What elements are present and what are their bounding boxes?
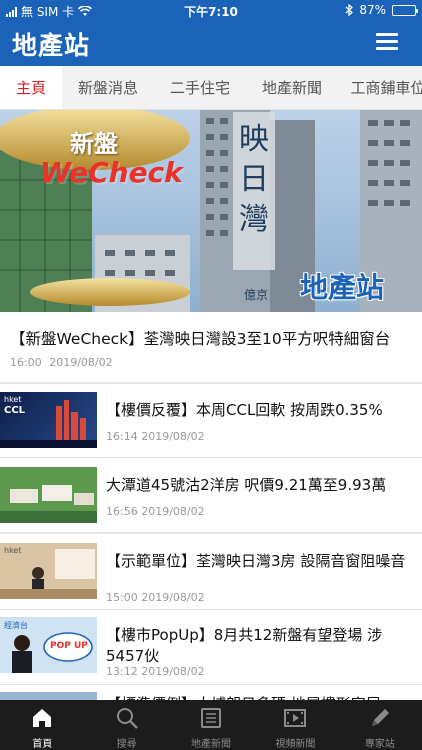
pen-icon bbox=[371, 709, 389, 726]
hero-building-sub: 億京 bbox=[244, 288, 269, 302]
tab-bar-label: 地產新聞 bbox=[191, 739, 232, 750]
tab-bar-label: 專家站 bbox=[364, 739, 395, 750]
newspaper-icon bbox=[201, 708, 222, 728]
app-logo[interactable]: 地產站 bbox=[12, 26, 90, 62]
film-icon bbox=[284, 709, 307, 727]
news-meta: 16:56 2019/08/02 bbox=[106, 505, 205, 518]
news-meta: 16:14 2019/08/02 bbox=[106, 430, 205, 443]
tab-bar-search[interactable]: 搜尋 bbox=[84, 700, 168, 750]
tab-second-hand[interactable]: 二手住宅 bbox=[154, 66, 246, 109]
news-date: 2019/08/02 bbox=[141, 430, 205, 443]
news-meta: 13:12 2019/08/02 bbox=[106, 665, 205, 678]
news-item[interactable]: hket CCL 【樓價反覆】本周CCL回軟 按周跌0.35% 16:14 20… bbox=[0, 392, 422, 454]
news-thumbnail: hket bbox=[0, 543, 97, 599]
bottom-tab-bar: 首頁 搜尋 地產新聞 視頻新聞 專家站 bbox=[0, 700, 422, 750]
divider bbox=[0, 382, 422, 384]
thumb-caption: POP UP bbox=[50, 641, 88, 651]
divider bbox=[0, 609, 422, 610]
hero-building-sign: 映日灣 bbox=[239, 122, 269, 237]
news-date: 2019/08/02 bbox=[141, 665, 205, 678]
tab-bar-video-news[interactable]: 視頻新聞 bbox=[253, 700, 337, 750]
news-thumbnail: 經濟台 POP UP bbox=[0, 617, 97, 673]
battery-icon bbox=[392, 4, 418, 16]
featured-headline[interactable]: 【新盤WeCheck】荃灣映日灣設3至10平方呎特細窗台 bbox=[10, 328, 415, 350]
tab-home[interactable]: 主頁 bbox=[0, 66, 62, 109]
featured-meta: 16:00 2019/08/02 bbox=[10, 356, 113, 369]
news-title: 【樓價反覆】本周CCL回軟 按周跌0.35% bbox=[106, 401, 383, 419]
news-title: 大潭道45號沽2洋房 呎價9.21萬至9.93萬 bbox=[106, 476, 387, 494]
tab-bar-label: 視頻新聞 bbox=[275, 739, 316, 750]
search-icon bbox=[116, 708, 138, 729]
news-thumbnail bbox=[0, 467, 97, 523]
news-meta: 15:00 2019/08/02 bbox=[106, 591, 205, 604]
bluetooth-icon bbox=[345, 4, 354, 16]
news-title: 【樓市PopUp】8月共12新盤有望登場 涉5457伙 bbox=[106, 626, 383, 665]
home-icon bbox=[33, 709, 52, 727]
news-time: 16:56 bbox=[106, 505, 138, 518]
thumb-room bbox=[0, 549, 97, 599]
category-tabs: 主頁 新盤消息 二手住宅 地產新聞 工商鋪車位 bbox=[0, 66, 422, 110]
news-thumbnail: hket CCL bbox=[0, 392, 97, 448]
tab-property-news[interactable]: 地產新聞 bbox=[246, 66, 338, 109]
thumb-skyline bbox=[0, 400, 97, 448]
news-date: 2019/08/02 bbox=[141, 505, 205, 518]
thumb-houses bbox=[0, 467, 97, 523]
hero-image[interactable]: 新盤 WeCheck 映日灣 億京 地產站 bbox=[0, 110, 422, 312]
app-header: 地產站 bbox=[0, 20, 422, 66]
tab-bar-label: 首頁 bbox=[32, 739, 53, 750]
news-item[interactable]: hket 【示範單位】荃灣映日灣3房 設隔音窗阻噪音 15:00 2019/08… bbox=[0, 543, 422, 605]
featured-time: 16:00 bbox=[10, 356, 42, 369]
tab-bar-home[interactable]: 首頁 bbox=[0, 700, 84, 750]
hero-badge-main: WeCheck bbox=[40, 156, 183, 189]
news-time: 13:12 bbox=[106, 665, 138, 678]
divider bbox=[0, 684, 422, 685]
tab-bar-label: 搜尋 bbox=[116, 739, 137, 750]
news-time: 15:00 bbox=[106, 591, 138, 604]
news-item[interactable]: 經濟台 POP UP 【樓市PopUp】8月共12新盤有望登場 涉5457伙 1… bbox=[0, 617, 422, 679]
status-bar: 無 SIM 卡 下午7:10 87% bbox=[0, 0, 422, 20]
status-right: 87% bbox=[345, 3, 418, 17]
divider bbox=[0, 532, 422, 534]
tab-commercial[interactable]: 工商鋪車位 bbox=[338, 66, 422, 109]
news-title: 【示範單位】荃灣映日灣3房 設隔音窗阻噪音 bbox=[106, 552, 406, 570]
featured-date: 2019/08/02 bbox=[49, 356, 113, 369]
tab-new-developments[interactable]: 新盤消息 bbox=[62, 66, 154, 109]
news-item[interactable]: 大潭道45號沽2洋房 呎價9.21萬至9.93萬 16:56 2019/08/0… bbox=[0, 467, 422, 529]
hero-badge-top: 新盤 bbox=[70, 130, 118, 158]
tab-bar-property-news[interactable]: 地產新聞 bbox=[169, 700, 253, 750]
news-date: 2019/08/02 bbox=[141, 591, 205, 604]
hamburger-menu-icon[interactable] bbox=[376, 33, 398, 50]
tab-bar-experts[interactable]: 專家站 bbox=[338, 700, 422, 750]
divider bbox=[0, 457, 422, 458]
news-time: 16:14 bbox=[106, 430, 138, 443]
battery-percent: 87% bbox=[359, 3, 386, 17]
hero-watermark: 地產站 bbox=[300, 271, 385, 304]
